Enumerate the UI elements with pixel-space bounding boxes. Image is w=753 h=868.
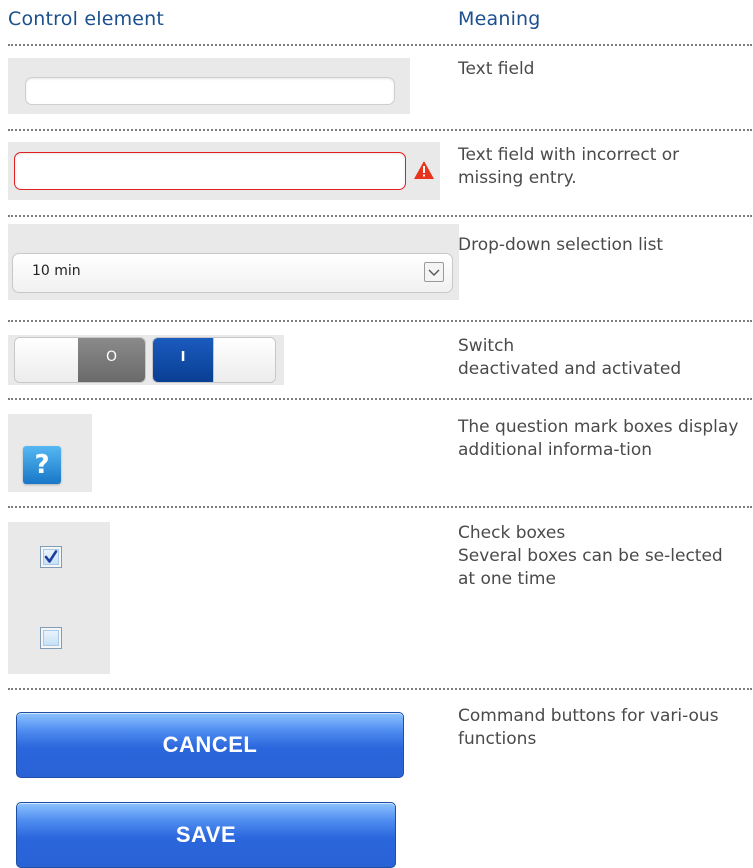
row-separator	[8, 215, 752, 217]
text-field-error[interactable]	[14, 152, 406, 190]
checkbox-unchecked[interactable]	[40, 627, 62, 649]
switch-on-symbol: I	[180, 350, 186, 365]
switch-off-symbol: O	[105, 349, 118, 365]
checkbox-panel	[8, 522, 110, 674]
checkbox-inner	[43, 630, 59, 646]
warning-icon	[414, 161, 434, 179]
text-field-panel	[8, 58, 410, 114]
row-separator	[8, 44, 752, 46]
row-separator	[8, 320, 752, 322]
error-field-panel	[8, 142, 440, 200]
switch-track-on: I	[153, 338, 213, 382]
meaning-text-field-error: Text field with incorrect or missing ent…	[458, 145, 680, 188]
switch-knob	[213, 338, 275, 382]
row-separator	[8, 688, 752, 690]
dropdown-select[interactable]: 10 min	[12, 253, 453, 293]
switch-activated[interactable]: I	[152, 337, 276, 383]
chevron-down-icon[interactable]	[424, 262, 444, 282]
column-header-meaning: Meaning	[458, 8, 541, 30]
save-button[interactable]: SAVE	[16, 802, 396, 868]
cancel-button[interactable]: CANCEL	[16, 712, 404, 778]
switch-deactivated[interactable]: O	[14, 337, 146, 383]
row-separator	[8, 398, 752, 400]
text-field[interactable]	[25, 77, 395, 105]
meaning-text-field: Text field	[458, 59, 535, 79]
meaning-help: The question mark boxes display addition…	[458, 417, 739, 460]
help-symbol: ?	[34, 450, 50, 480]
row-separator	[8, 506, 752, 508]
dropdown-value: 10 min	[32, 263, 81, 279]
help-question-icon[interactable]: ?	[23, 446, 61, 484]
meaning-checkboxes: Check boxes Several boxes can be se-lect…	[458, 523, 723, 589]
meaning-dropdown: Drop-down selection list	[458, 235, 664, 255]
switch-knob	[15, 338, 78, 382]
checkmark-icon	[44, 550, 58, 563]
meaning-switch: Switch deactivated and activated	[458, 336, 682, 379]
switch-track-off: O	[78, 338, 145, 382]
row-separator	[8, 129, 752, 131]
column-header-control: Control element	[8, 8, 165, 30]
meaning-command-buttons: Command buttons for vari-ous functions	[458, 706, 719, 749]
checkbox-checked[interactable]	[40, 546, 62, 568]
